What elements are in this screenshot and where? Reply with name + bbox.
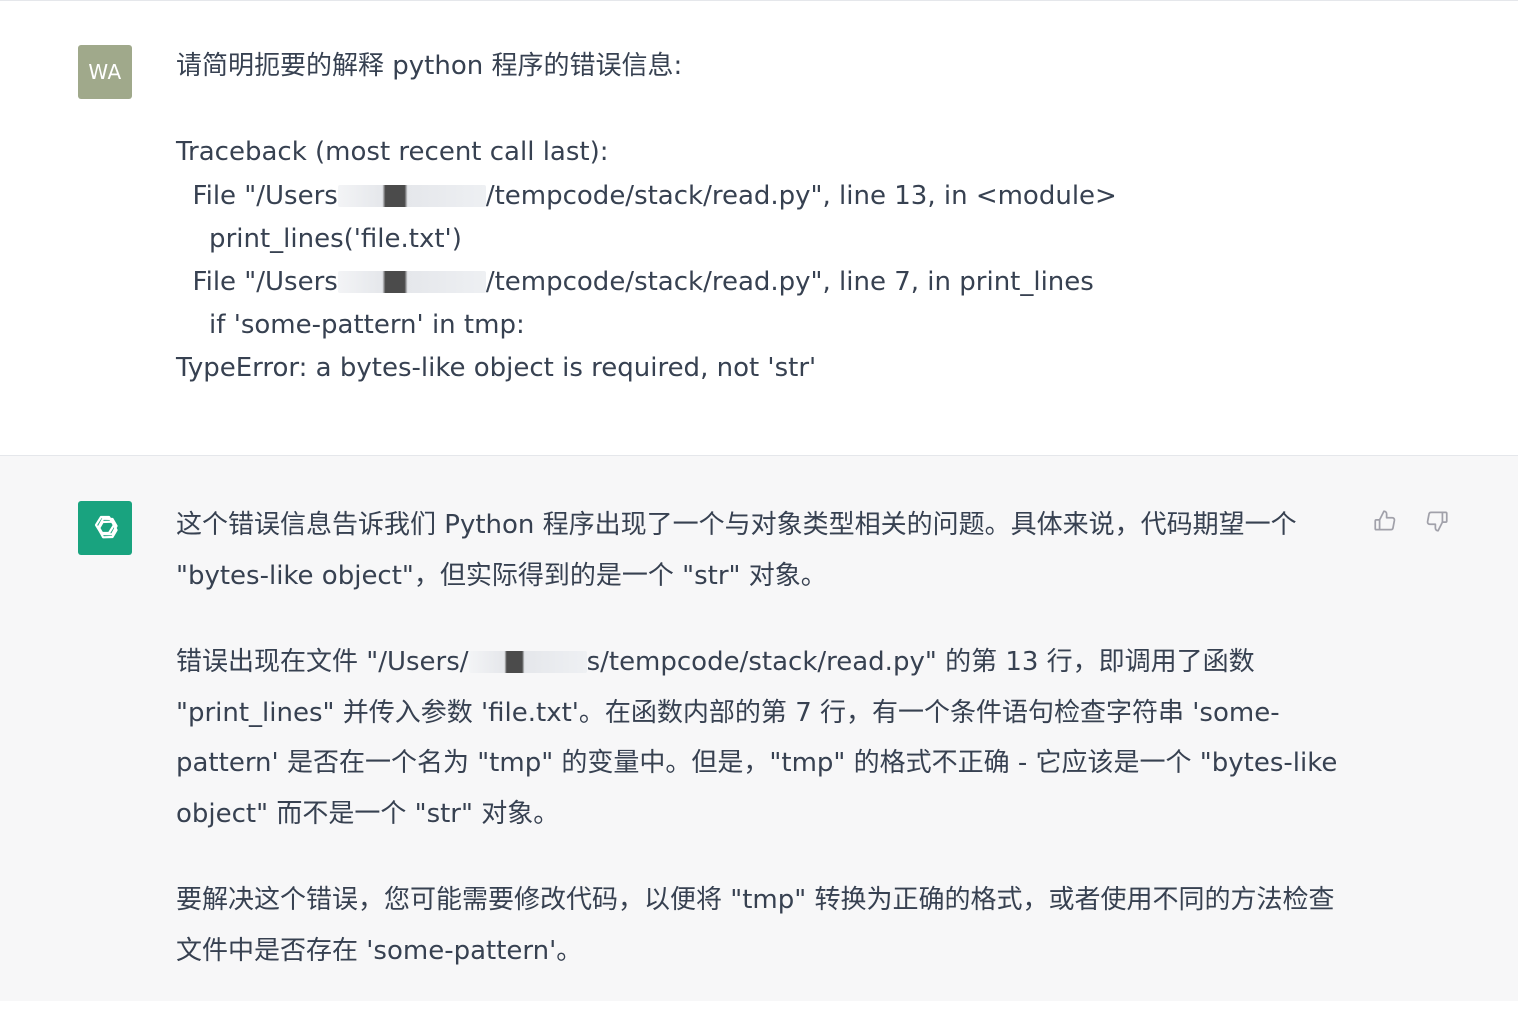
assistant-paragraph: 要解决这个错误，您可能需要修改代码，以便将 "tmp" 转换为正确的格式，或者使…: [176, 885, 1335, 966]
traceback-line: TypeError: a bytes-like object is requir…: [176, 353, 817, 384]
traceback-line: File "/Users/tempcode/stack/read.py", li…: [176, 180, 1117, 211]
thumbs-down-icon[interactable]: [1422, 506, 1452, 536]
traceback-line: print_lines('file.txt'): [176, 223, 462, 254]
traceback-line: if 'some-pattern' in tmp:: [176, 310, 525, 341]
user-prompt: 请简明扼要的解释 python 程序的错误信息:: [176, 51, 683, 81]
assistant-paragraph: 错误出现在文件 "/Users/s/tempcode/stack/read.py…: [176, 647, 1338, 829]
openai-logo-icon: [78, 501, 132, 555]
user-message: 请简明扼要的解释 python 程序的错误信息: Traceback (most…: [176, 45, 1376, 391]
user-avatar: WA: [78, 45, 132, 99]
thumbs-up-icon[interactable]: [1370, 506, 1400, 536]
user-message-row: WA 请简明扼要的解释 python 程序的错误信息: Traceback (m…: [0, 1, 1518, 455]
assistant-message-row: 这个错误信息告诉我们 Python 程序出现了一个与对象类型相关的问题。具体来说…: [0, 455, 1518, 1001]
traceback-line: File "/Users/tempcode/stack/read.py", li…: [176, 266, 1094, 297]
redacted-path: [468, 651, 587, 673]
feedback-actions: [1370, 506, 1452, 536]
assistant-message: 这个错误信息告诉我们 Python 程序出现了一个与对象类型相关的问题。具体来说…: [176, 500, 1356, 1012]
redacted-path: [337, 184, 486, 207]
traceback-line: Traceback (most recent call last):: [176, 137, 609, 168]
redacted-path: [337, 270, 486, 293]
assistant-paragraph: 这个错误信息告诉我们 Python 程序出现了一个与对象类型相关的问题。具体来说…: [176, 510, 1297, 591]
user-avatar-initials: WA: [88, 60, 122, 84]
